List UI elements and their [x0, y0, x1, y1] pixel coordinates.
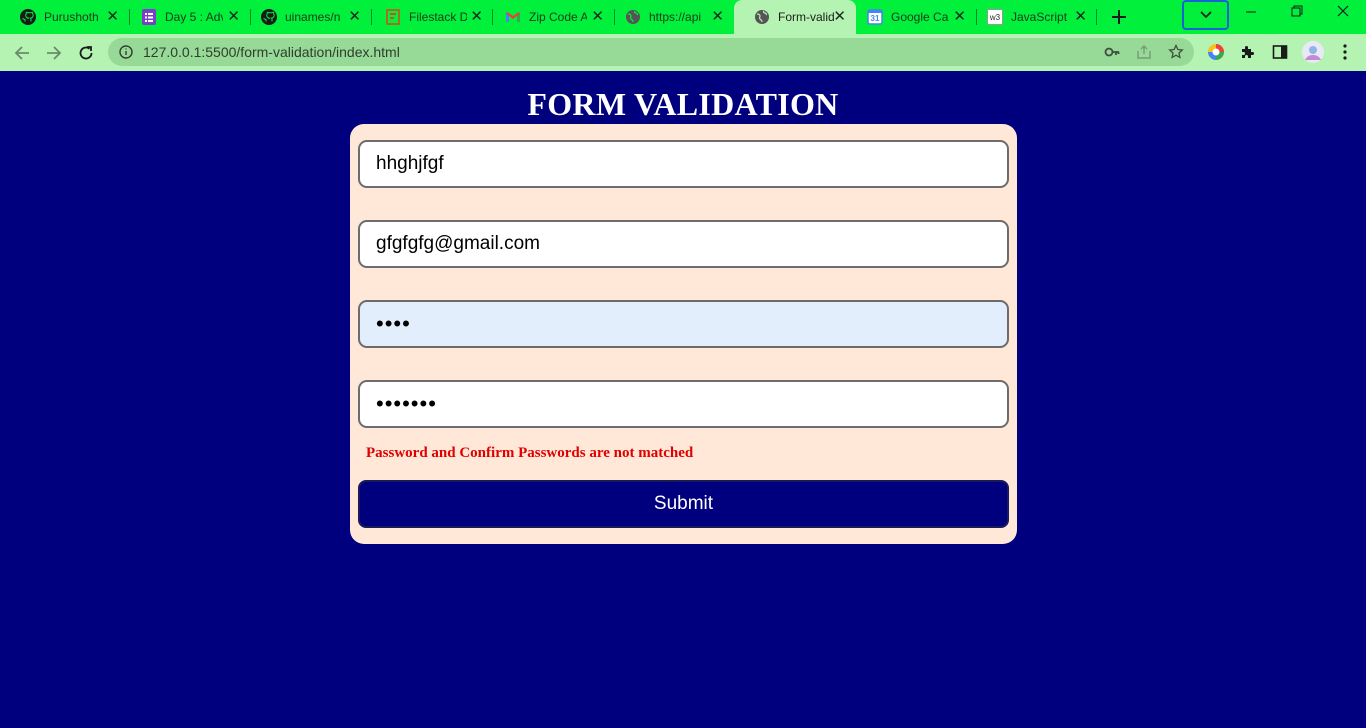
email-field[interactable]: gfgfgfg@gmail.com: [358, 220, 1009, 268]
arrow-right-icon: [47, 46, 62, 60]
tab-title: Filestack D: [409, 10, 467, 24]
tab-day5[interactable]: Day 5 : Adv ✕: [121, 0, 250, 34]
reload-button[interactable]: [76, 43, 96, 63]
close-icon[interactable]: ✕: [711, 9, 724, 25]
close-icon[interactable]: ✕: [833, 9, 846, 25]
side-panel-icon[interactable]: [1271, 43, 1289, 61]
close-icon[interactable]: ✕: [953, 9, 966, 25]
github-icon: [261, 9, 277, 25]
email-value: gfgfgfg@gmail.com: [376, 233, 540, 254]
plus-icon: [1112, 10, 1126, 24]
password-mismatch-error: Password and Confirm Passwords are not m…: [366, 445, 694, 461]
globe-icon: [625, 9, 641, 25]
close-icon[interactable]: ✕: [591, 9, 604, 25]
tab-title: Purushoth: [44, 10, 99, 24]
close-icon[interactable]: ✕: [227, 9, 240, 25]
calendar-icon: 31: [867, 9, 883, 25]
tab-title: Google Cal: [891, 10, 949, 24]
url-text[interactable]: 127.0.0.1:5500/form-validation/index.htm…: [143, 44, 400, 60]
avatar[interactable]: [1302, 41, 1324, 63]
key-icon[interactable]: [1104, 44, 1120, 60]
tab-title: JavaScript: [1011, 10, 1068, 24]
browser-tab-strip: Purushoth ✕ Day 5 : Adv ✕ uinames/n ✕ Fi…: [0, 0, 1366, 34]
arrow-left-icon: [14, 46, 29, 60]
close-icon: [1337, 5, 1349, 17]
w3schools-icon: w3: [987, 9, 1003, 25]
bookmark-star-icon[interactable]: [1168, 44, 1184, 60]
gmail-icon: [505, 9, 521, 25]
close-icon[interactable]: ✕: [1074, 9, 1087, 25]
tab-title: Zip Code A: [529, 10, 587, 24]
tab-separator: [1096, 9, 1097, 25]
username-value: hhghjfgf: [376, 153, 444, 174]
tab-purushoth[interactable]: Purushoth ✕: [0, 0, 129, 34]
w3-label: w3: [989, 12, 1001, 22]
password-value: ••••: [376, 311, 411, 336]
page-title: FORM VALIDATION: [527, 86, 839, 122]
tab-api[interactable]: https://api ✕: [605, 0, 734, 34]
extensions-puzzle-icon[interactable]: [1239, 43, 1257, 61]
tab-google-calendar[interactable]: 31 Google Cal ✕: [847, 0, 976, 34]
tab-filestack[interactable]: Filestack D ✕: [365, 0, 493, 34]
close-icon[interactable]: ✕: [348, 9, 361, 25]
close-icon[interactable]: ✕: [106, 9, 119, 25]
color-picker-extension-icon[interactable]: [1207, 43, 1225, 61]
submit-button[interactable]: Submit: [358, 480, 1009, 528]
password-field[interactable]: ••••: [358, 300, 1009, 348]
tab-title: https://api: [649, 10, 702, 24]
new-tab-button[interactable]: [1108, 6, 1130, 28]
more-menu-icon[interactable]: [1336, 43, 1354, 61]
tab-uinames[interactable]: uinames/n ✕: [241, 0, 371, 34]
forward-button[interactable]: [44, 43, 64, 63]
tab-title: Day 5 : Adv: [165, 10, 223, 24]
github-icon: [20, 9, 36, 25]
confirm-password-value: •••••••: [376, 391, 437, 416]
restore-icon: [1291, 5, 1303, 17]
tab-form-validation[interactable]: Form-valid ✕: [734, 0, 856, 34]
back-button[interactable]: [12, 43, 32, 63]
reload-icon: [79, 46, 93, 60]
confirm-password-field[interactable]: •••••••: [358, 380, 1009, 428]
minimize-button[interactable]: [1241, 4, 1261, 20]
chevron-down-icon: [1199, 11, 1212, 19]
forms-icon: [141, 9, 157, 25]
calendar-day: 31: [870, 14, 880, 23]
window-close-button[interactable]: [1333, 4, 1353, 20]
tab-title: uinames/n: [285, 10, 341, 24]
close-icon[interactable]: ✕: [470, 9, 483, 25]
share-icon[interactable]: [1136, 44, 1152, 60]
tab-search-button[interactable]: [1182, 0, 1229, 30]
site-info-icon[interactable]: [119, 45, 133, 59]
username-field[interactable]: hhghjfgf: [358, 140, 1009, 188]
tab-javascript[interactable]: w3 JavaScript ✕: [967, 0, 1097, 34]
tab-title: Form-valid: [778, 10, 835, 24]
tab-zipcode[interactable]: Zip Code A ✕: [485, 0, 614, 34]
globe-icon: [754, 9, 770, 25]
restore-button[interactable]: [1287, 4, 1307, 20]
minimize-icon: [1246, 11, 1256, 13]
filestack-icon: [385, 9, 401, 25]
